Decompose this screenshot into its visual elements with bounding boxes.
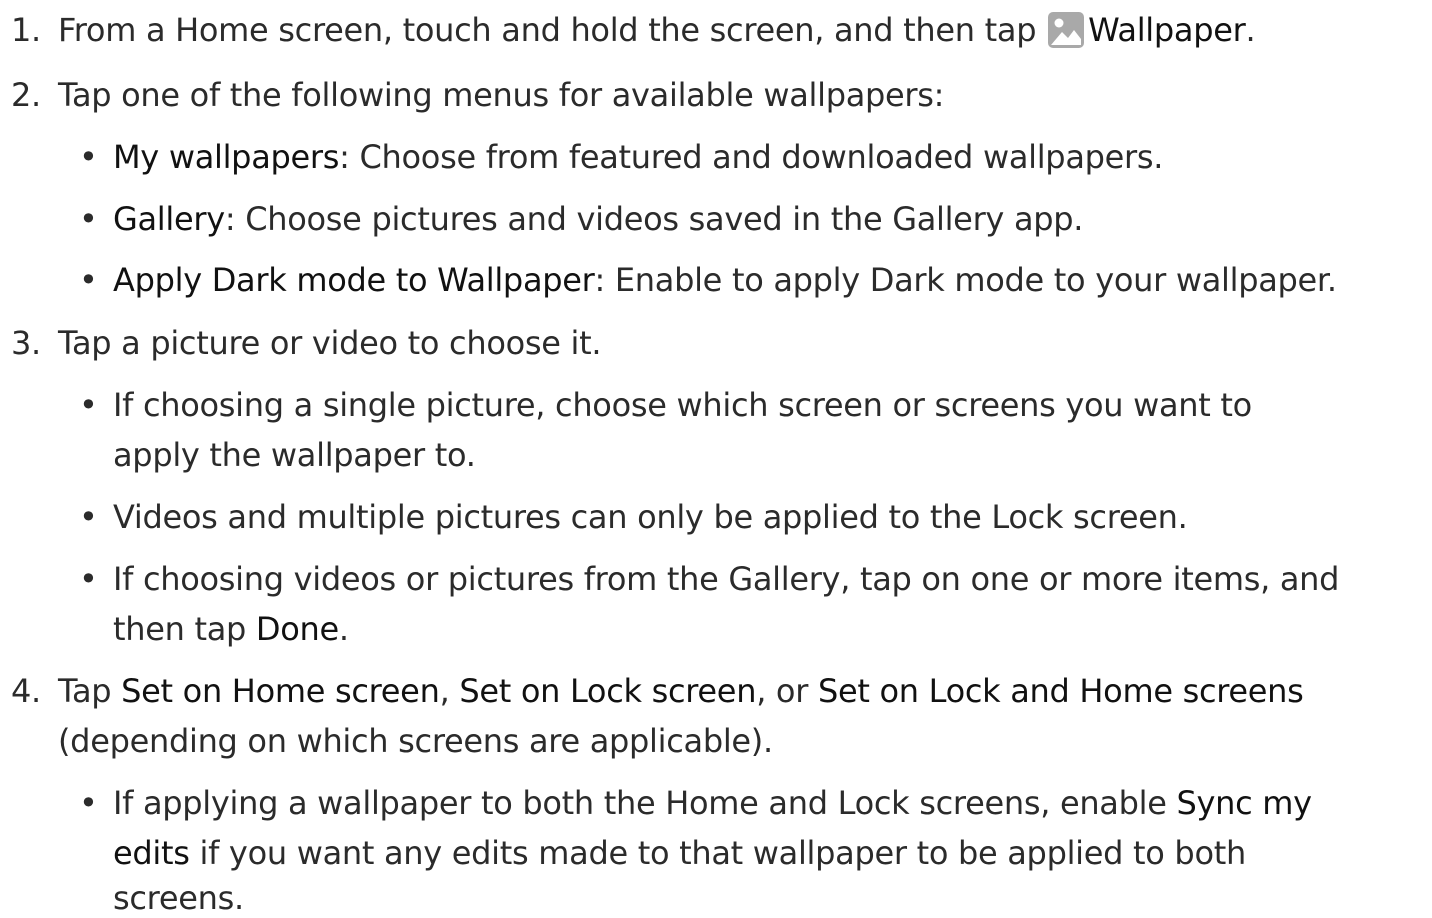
bullet-marker: • xyxy=(79,560,98,598)
bullet-sync-line-2: edits if you want any edits made to that… xyxy=(113,834,1246,872)
step-4-text-line-1: Tap Set on Home screen, Set on Lock scre… xyxy=(58,672,1304,710)
bullet-sync-line-1: If applying a wallpaper to both the Home… xyxy=(113,784,1312,822)
step-3-text: Tap a picture or video to choose it. xyxy=(58,324,602,362)
bullet-videos: Videos and multiple pictures can only be… xyxy=(113,498,1188,536)
bullet-single-picture-line-1: If choosing a single picture, choose whi… xyxy=(113,386,1252,424)
step-number: 3. xyxy=(11,324,41,362)
instructions-document: 1. From a Home screen, touch and hold th… xyxy=(0,0,1432,917)
bullet-gallery-choose-line-1: If choosing videos or pictures from the … xyxy=(113,560,1340,598)
bullet-single-picture-line-2: apply the wallpaper to. xyxy=(113,436,476,474)
bullet-marker: • xyxy=(79,386,98,424)
step-number: 4. xyxy=(11,672,41,710)
step-number: 2. xyxy=(11,76,41,114)
bullet-sync-line-3: screens. xyxy=(113,879,244,917)
wallpaper-icon xyxy=(1048,12,1085,48)
step-2-text: Tap one of the following menus for avail… xyxy=(58,76,945,114)
step-1-text: From a Home screen, touch and hold the s… xyxy=(58,11,1256,49)
bullet-my-wallpapers: My wallpapers: Choose from featured and … xyxy=(113,138,1164,176)
bullet-marker: • xyxy=(79,784,98,822)
bullet-dark-mode: Apply Dark mode to Wallpaper: Enable to … xyxy=(113,261,1337,299)
bullet-marker: • xyxy=(79,261,98,299)
step-number: 1. xyxy=(11,11,41,49)
bullet-marker: • xyxy=(79,200,98,238)
bullet-marker: • xyxy=(79,498,98,536)
bullet-gallery-choose-line-2: then tap Done. xyxy=(113,610,349,648)
bullet-gallery: Gallery: Choose pictures and videos save… xyxy=(113,200,1084,238)
step-4-text-line-2: (depending on which screens are applicab… xyxy=(58,722,773,760)
bullet-marker: • xyxy=(79,138,98,176)
